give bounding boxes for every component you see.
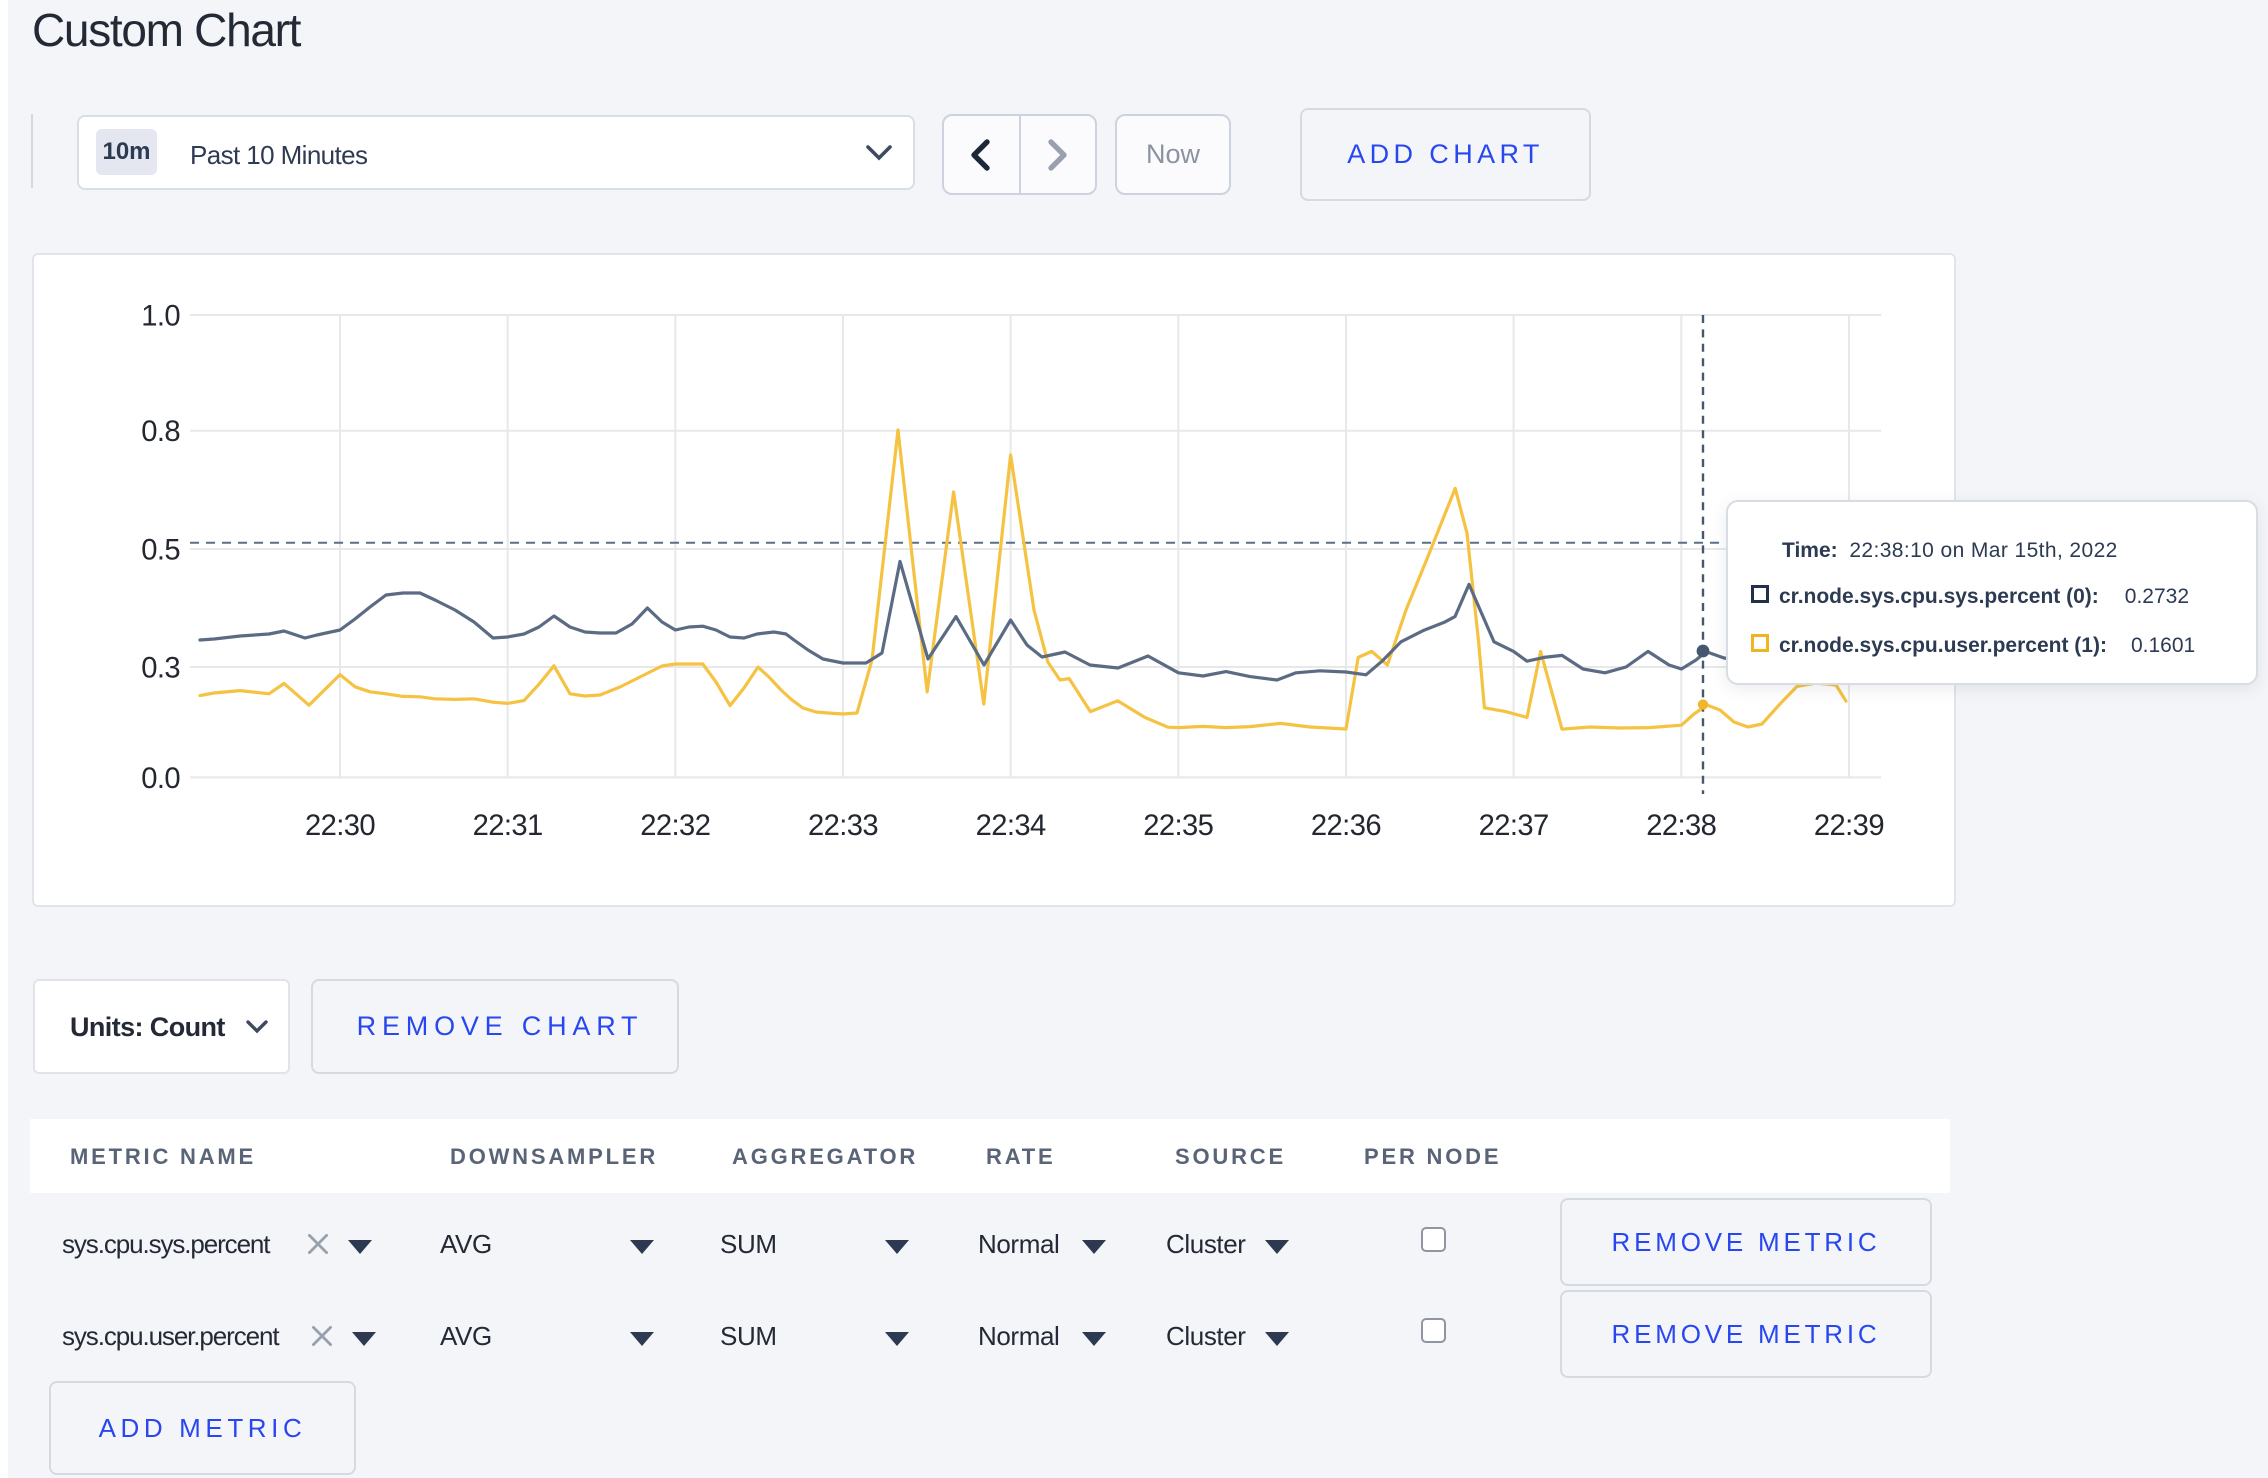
svg-text:22:33: 22:33: [808, 810, 878, 842]
svg-text:0.5: 0.5: [141, 534, 180, 566]
svg-text:22:36: 22:36: [1311, 810, 1381, 842]
svg-text:22:35: 22:35: [1143, 810, 1213, 842]
svg-text:0.8: 0.8: [141, 416, 180, 448]
svg-text:0.3: 0.3: [141, 652, 180, 684]
svg-text:22:32: 22:32: [640, 810, 710, 842]
svg-text:22:30: 22:30: [305, 810, 375, 842]
svg-text:22:39: 22:39: [1814, 810, 1884, 842]
svg-text:0.0: 0.0: [141, 763, 180, 795]
svg-text:1.0: 1.0: [141, 300, 180, 332]
svg-text:22:38: 22:38: [1646, 810, 1716, 842]
svg-text:22:34: 22:34: [976, 810, 1046, 842]
svg-text:22:37: 22:37: [1479, 810, 1549, 842]
svg-text:22:31: 22:31: [473, 810, 543, 842]
